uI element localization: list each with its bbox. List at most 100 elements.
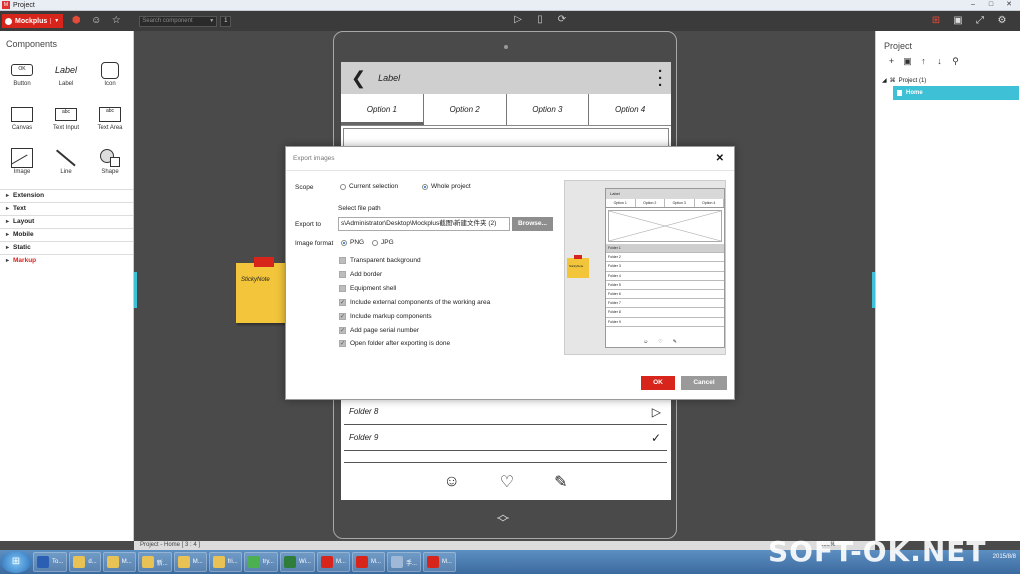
sticky-pin bbox=[254, 257, 274, 267]
left-panel-collapse-handle[interactable] bbox=[134, 272, 137, 308]
sticky-note[interactable]: StickyNote bbox=[236, 257, 286, 323]
checkbox-page-serial[interactable]: ✓ Add page serial number bbox=[339, 326, 419, 335]
app-header[interactable]: ❮ Label · · · bbox=[341, 62, 671, 94]
move-down-icon[interactable]: ↓ bbox=[935, 56, 944, 70]
list-item[interactable]: Folder 8 ▷ bbox=[344, 399, 667, 425]
taskbar-item[interactable]: 手... bbox=[386, 552, 421, 572]
format-png-radio[interactable]: PNG bbox=[341, 239, 364, 246]
category-mobile[interactable]: Mobile bbox=[0, 228, 133, 241]
taskbar-item[interactable]: M... bbox=[422, 552, 456, 572]
smiley-icon[interactable]: ☺ bbox=[443, 473, 459, 491]
format-jpg-radio[interactable]: JPG bbox=[372, 239, 394, 246]
search-icon[interactable]: ⚲ bbox=[951, 56, 960, 70]
checkbox-transparent-background[interactable]: Transparent background bbox=[339, 256, 421, 265]
list-item[interactable]: Folder 9 ✓ bbox=[344, 425, 667, 451]
cancel-button[interactable]: Cancel bbox=[681, 376, 727, 390]
checkbox-open-folder[interactable]: ✓ Open folder after exporting is done bbox=[339, 339, 450, 348]
shape-icon bbox=[100, 149, 120, 167]
star-icon[interactable]: ☆ bbox=[109, 14, 123, 28]
settings-icon[interactable]: ⚙ bbox=[994, 13, 1010, 29]
component-line[interactable]: Line bbox=[44, 147, 88, 187]
category-layout[interactable]: Layout bbox=[0, 215, 133, 228]
browse-button[interactable]: Browse... bbox=[512, 217, 553, 231]
tab-option-4[interactable]: Option 4 bbox=[589, 94, 671, 125]
component-label: Text Area bbox=[97, 125, 123, 131]
taskbar-item-label: fri... bbox=[227, 559, 238, 565]
component-image[interactable]: Image bbox=[0, 147, 44, 187]
grid-layout-icon[interactable]: ⊞ bbox=[928, 13, 944, 29]
rotate-icon[interactable]: ⟳ bbox=[556, 14, 568, 25]
label-icon: Label bbox=[54, 65, 78, 75]
taskbar-item[interactable]: M... bbox=[316, 552, 350, 572]
component-library-icon[interactable]: ⬢ bbox=[69, 14, 83, 28]
checkbox-equipment-shell[interactable]: Equipment shell bbox=[339, 284, 396, 293]
maximize-button[interactable]: □ bbox=[982, 0, 1000, 10]
taskbar-item[interactable]: d... bbox=[69, 552, 101, 572]
preview-device: Label Option 1 Option 2 Option 3 Option … bbox=[605, 188, 725, 348]
taskbar-item[interactable]: fri... bbox=[208, 552, 242, 572]
move-up-icon[interactable]: ↑ bbox=[919, 56, 928, 70]
chevron-down-icon: ▼ bbox=[50, 18, 59, 24]
checkbox-checked-icon: ✓ bbox=[339, 340, 346, 347]
component-label: Canvas bbox=[11, 125, 33, 131]
ok-button[interactable]: OK bbox=[641, 376, 675, 390]
scope-whole-project-radio[interactable]: Whole project bbox=[422, 183, 471, 190]
taskbar-item[interactable]: M... bbox=[173, 552, 207, 572]
checkbox-include-markup[interactable]: ✓ Include markup components bbox=[339, 312, 432, 321]
search-input[interactable]: Search component ▼ bbox=[139, 15, 218, 27]
add-page-icon[interactable]: + bbox=[887, 56, 896, 70]
export-images-dialog: Export images ✕ Scope Current selection … bbox=[285, 146, 735, 400]
category-markup[interactable]: Markup bbox=[0, 254, 133, 267]
taskbar-item[interactable]: 新... bbox=[137, 552, 172, 572]
close-icon[interactable]: ✕ bbox=[716, 153, 724, 164]
tree-root[interactable]: ◢ ⌘ Project (1) bbox=[876, 75, 1020, 86]
component-text-area[interactable]: abc Text Area bbox=[88, 103, 132, 143]
component-label: Button bbox=[13, 81, 31, 87]
category-extension[interactable]: Extension bbox=[0, 189, 133, 202]
taskbar-item[interactable]: try... bbox=[243, 552, 278, 572]
taskbar-item[interactable]: To... bbox=[33, 552, 68, 572]
folder-icon bbox=[141, 556, 154, 568]
export-image-icon[interactable]: ▣ bbox=[950, 13, 966, 29]
component-label-item[interactable]: Label Label bbox=[44, 59, 88, 99]
expand-icon[interactable]: ◢ bbox=[882, 77, 887, 84]
component-text-input[interactable]: abc Text Input bbox=[44, 103, 88, 143]
scroll-arrows-icon[interactable]: ︿ ﹀ bbox=[497, 508, 509, 529]
fullscreen-icon[interactable]: ⤢ bbox=[972, 13, 988, 29]
component-icon[interactable]: Icon bbox=[88, 59, 132, 99]
taskbar-item[interactable]: M... bbox=[102, 552, 136, 572]
play-outline-icon[interactable]: ▷ bbox=[652, 405, 661, 419]
heart-icon[interactable]: ♡ bbox=[500, 472, 514, 492]
system-tray[interactable]: 2015/8/8 bbox=[993, 553, 1016, 562]
back-arrow-icon[interactable]: ❮ bbox=[351, 68, 366, 89]
close-window-button[interactable]: ✕ bbox=[1000, 0, 1018, 10]
device-icon[interactable]: ▯ bbox=[534, 14, 546, 25]
play-icon[interactable]: ▷ bbox=[512, 14, 524, 25]
checkbox-include-external[interactable]: ✓ Include external components of the wor… bbox=[339, 298, 490, 307]
scope-current-selection-radio[interactable]: Current selection bbox=[340, 183, 398, 190]
tree-page-home[interactable]: Home bbox=[893, 86, 1019, 100]
checkbox-add-border[interactable]: Add border bbox=[339, 270, 382, 279]
brand-menu-button[interactable]: Mockplus ▼ bbox=[2, 14, 64, 28]
more-vertical-icon[interactable]: · · · bbox=[658, 64, 663, 93]
taskbar-item[interactable]: M... bbox=[351, 552, 385, 572]
component-canvas[interactable]: Canvas bbox=[0, 103, 44, 143]
tab-option-3[interactable]: Option 3 bbox=[507, 94, 590, 125]
tab-option-1[interactable]: Option 1 bbox=[341, 94, 424, 125]
taskbar-item[interactable]: Wi... bbox=[279, 552, 315, 572]
component-button[interactable]: OK Button bbox=[0, 59, 44, 99]
pencil-icon[interactable]: ✎ bbox=[554, 472, 567, 492]
start-button[interactable]: ⊞ bbox=[1, 551, 31, 573]
component-shape[interactable]: Shape bbox=[88, 147, 132, 187]
emoji-icon[interactable]: ☺ bbox=[89, 14, 103, 28]
file-path-input[interactable]: s\Administrator\Desktop\Mockplus截图\新建文件夹… bbox=[338, 217, 510, 231]
save-icon[interactable]: ▣ bbox=[903, 56, 912, 70]
category-static[interactable]: Static bbox=[0, 241, 133, 254]
minimize-button[interactable]: – bbox=[964, 0, 982, 10]
category-text[interactable]: Text bbox=[0, 202, 133, 215]
component-label: Label bbox=[58, 81, 74, 87]
tab-option-2[interactable]: Option 2 bbox=[424, 94, 507, 125]
search-dropdown-icon[interactable]: ▼ bbox=[209, 17, 214, 26]
checkmark-icon[interactable]: ✓ bbox=[651, 431, 661, 445]
preview-row: Folder 2 bbox=[606, 253, 724, 263]
